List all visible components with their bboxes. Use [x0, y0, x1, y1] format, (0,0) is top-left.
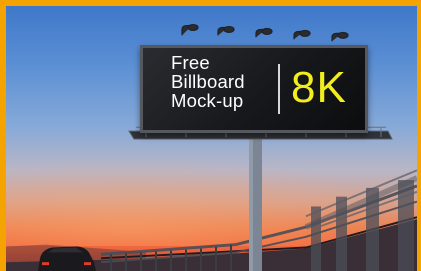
billboard-panel: Free Billboard Mock-up 8K — [140, 45, 368, 133]
billboard-resolution: 8K — [291, 63, 347, 112]
billboard-divider — [278, 64, 280, 114]
billboard-line-free: Free — [171, 52, 210, 73]
billboard-lamps — [181, 23, 349, 42]
billboard-line-mockup: Mock-up — [171, 90, 244, 111]
billboard-line-billboard: Billboard — [171, 71, 245, 92]
image-frame: Free Billboard Mock-up 8K — [0, 0, 421, 271]
billboard-headline: Free Billboard Mock-up — [171, 53, 245, 110]
